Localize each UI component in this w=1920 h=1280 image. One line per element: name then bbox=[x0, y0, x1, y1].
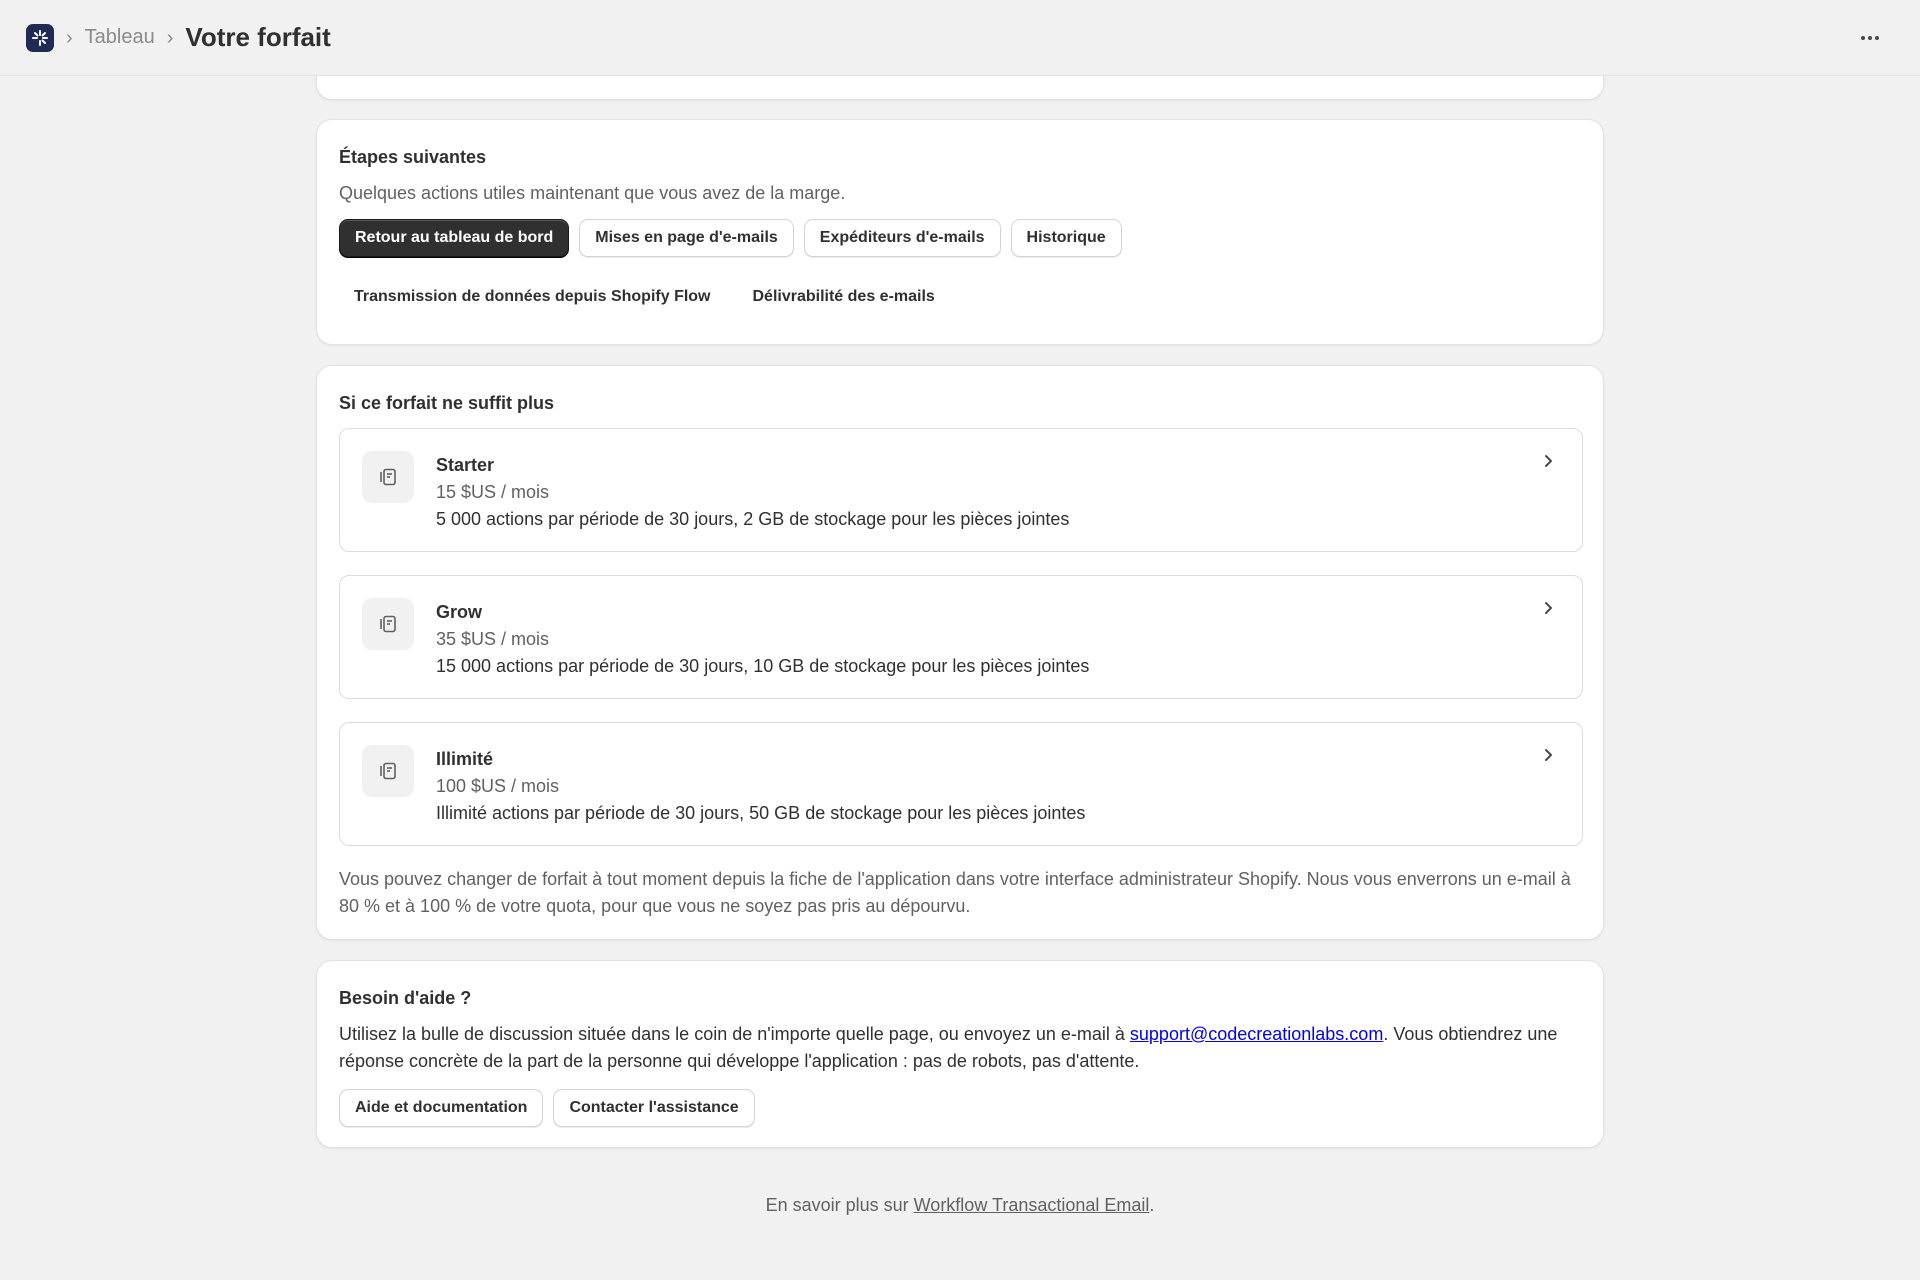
breadcrumb-parent-link[interactable]: Tableau bbox=[85, 26, 155, 49]
chevron-right-icon bbox=[1545, 455, 1552, 467]
plan-unlimited-row[interactable]: Illimité 100 $US / mois Illimité actions… bbox=[339, 722, 1583, 846]
chevron-right-icon bbox=[1545, 602, 1552, 614]
plan-document-icon bbox=[362, 598, 414, 650]
back-to-dashboard-button[interactable]: Retour au tableau de bord bbox=[339, 219, 570, 257]
plan-price: 100 $US / mois bbox=[436, 776, 560, 796]
plan-name: Starter bbox=[436, 455, 495, 475]
help-text-intro: Utilisez la bulle de discussion située d… bbox=[339, 1024, 1130, 1044]
history-button[interactable]: Historique bbox=[1010, 219, 1122, 257]
plan-name: Illimité bbox=[436, 749, 494, 769]
footer-prefix: En savoir plus sur bbox=[765, 1195, 914, 1215]
plan-document-icon bbox=[362, 745, 414, 797]
plan-price: 35 $US / mois bbox=[436, 629, 550, 649]
footer-learn-more: En savoir plus sur Workflow Transactiona… bbox=[0, 1195, 1920, 1216]
title-bar: › Tableau › Votre forfait bbox=[0, 0, 1920, 76]
contact-support-button[interactable]: Contacter l'assistance bbox=[553, 1089, 755, 1127]
support-email-link[interactable]: support@codecreationlabs.com bbox=[1130, 1024, 1383, 1044]
help-text: Utilisez la bulle de discussion située d… bbox=[339, 1021, 1589, 1075]
breadcrumb-separator-icon: › bbox=[166, 26, 174, 49]
more-actions-icon[interactable] bbox=[1858, 26, 1882, 50]
next-steps-card: Étapes suivantes Quelques actions utiles… bbox=[316, 119, 1604, 345]
plans-title: Si ce forfait ne suffit plus bbox=[339, 393, 555, 413]
plan-name: Grow bbox=[436, 602, 483, 622]
chevron-right-icon bbox=[1545, 749, 1552, 761]
plan-description: Illimité actions par période de 30 jours… bbox=[436, 803, 1086, 823]
plan-description: 5 000 actions par période de 30 jours, 2… bbox=[436, 509, 1070, 529]
email-senders-button[interactable]: Expéditeurs d'e-mails bbox=[803, 219, 1001, 257]
help-card: Besoin d'aide ? Utilisez la bulle de dis… bbox=[316, 960, 1604, 1148]
next-steps-title: Étapes suivantes bbox=[339, 147, 487, 167]
plans-footnote: Vous pouvez changer de forfait à tout mo… bbox=[339, 869, 1571, 916]
footer-app-link[interactable]: Workflow Transactional Email bbox=[914, 1195, 1150, 1215]
next-steps-subtitle: Quelques actions utiles maintenant que v… bbox=[339, 183, 846, 203]
breadcrumb-separator-icon: › bbox=[66, 26, 73, 49]
help-docs-button[interactable]: Aide et documentation bbox=[339, 1089, 544, 1127]
footer-suffix: . bbox=[1149, 1195, 1155, 1215]
help-title: Besoin d'aide ? bbox=[339, 988, 472, 1008]
plan-price: 15 $US / mois bbox=[436, 482, 550, 502]
page-title: Votre forfait bbox=[185, 22, 331, 52]
plan-document-icon bbox=[362, 451, 414, 503]
email-layouts-button[interactable]: Mises en page d'e-mails bbox=[579, 219, 794, 257]
plan-starter-row[interactable]: Starter 15 $US / mois 5 000 actions par … bbox=[339, 428, 1583, 552]
shopify-flow-data-button[interactable]: Transmission de données depuis Shopify F… bbox=[338, 278, 727, 316]
app-logo-icon[interactable] bbox=[26, 23, 54, 52]
plan-grow-row[interactable]: Grow 35 $US / mois 15 000 actions par pé… bbox=[339, 575, 1583, 699]
email-deliverability-button[interactable]: Délivrabilité des e-mails bbox=[737, 278, 951, 316]
plans-card: Si ce forfait ne suffit plus Starter 15 … bbox=[316, 365, 1604, 940]
plan-description: 15 000 actions par période de 30 jours, … bbox=[436, 656, 1090, 676]
